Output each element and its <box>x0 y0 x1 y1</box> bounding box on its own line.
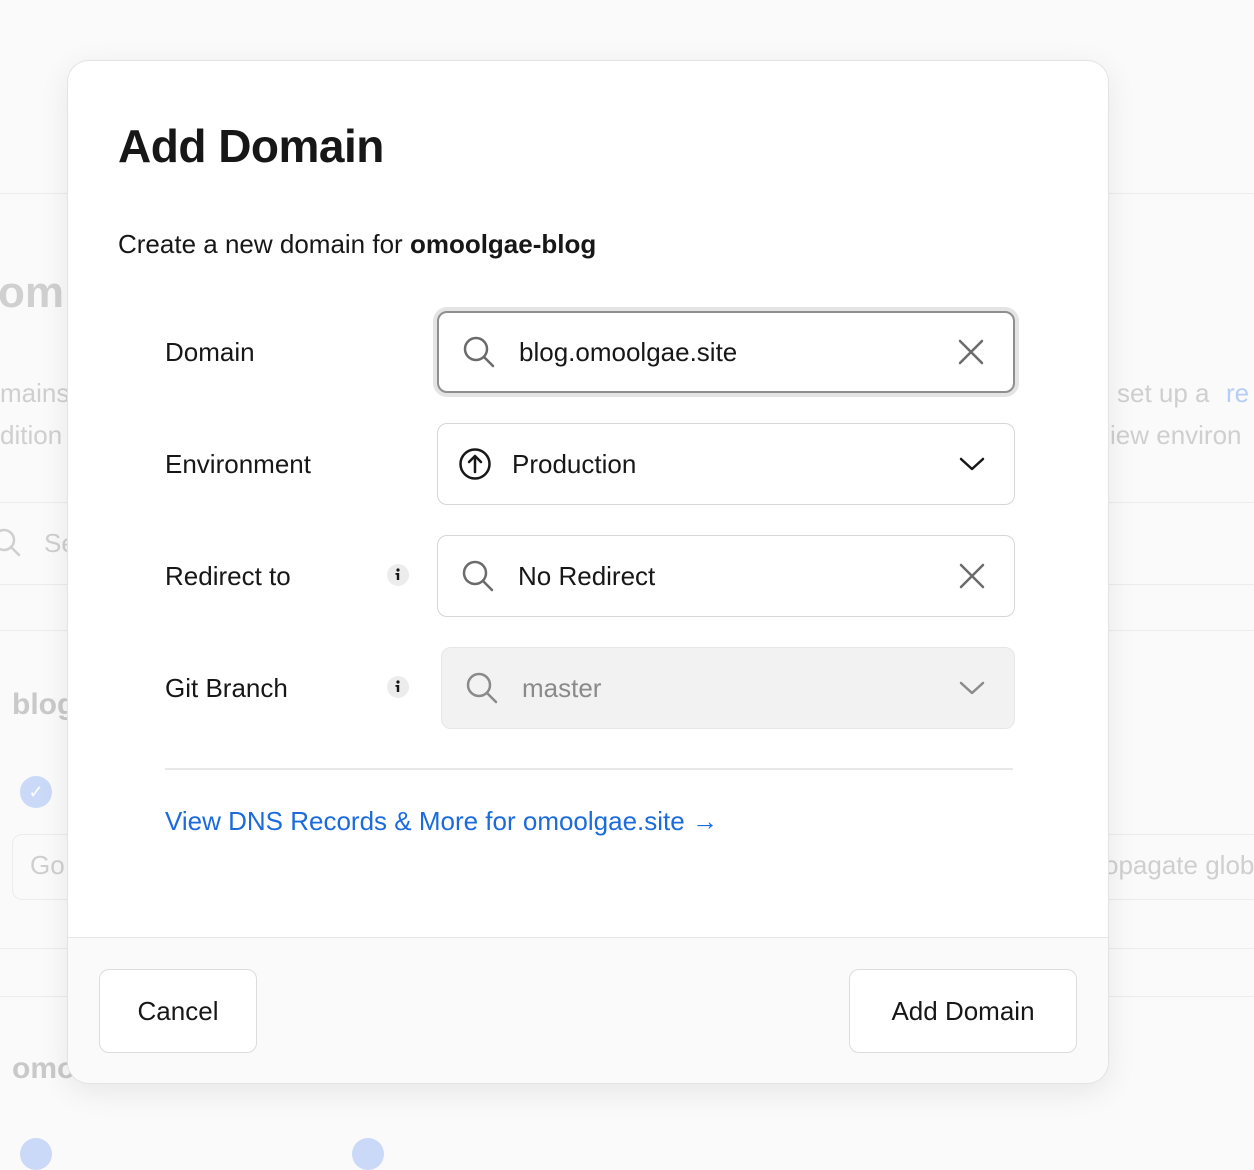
check-icon <box>352 1138 384 1170</box>
git-branch-label: Git Branch <box>165 673 288 704</box>
card-text-fragment: opagate glob <box>1104 850 1254 881</box>
cancel-button[interactable]: Cancel <box>99 969 257 1053</box>
view-dns-records-link[interactable]: View DNS Records & More for omoolgae.sit… <box>165 806 718 837</box>
environment-select[interactable]: Production <box>437 423 1015 505</box>
git-branch-select: master <box>441 647 1015 729</box>
domain-name-fragment: blog <box>12 688 75 722</box>
search-icon <box>438 559 518 593</box>
divider <box>165 768 1013 770</box>
add-domain-button[interactable]: Add Domain <box>849 969 1077 1053</box>
check-icon: ✓ <box>20 776 52 808</box>
description-fragment: dition <box>0 420 62 451</box>
domain-value[interactable]: blog.omoolgae.site <box>519 337 929 368</box>
close-icon[interactable] <box>930 563 1014 589</box>
project-name: omoolgae-blog <box>410 229 596 259</box>
modal-footer: Cancel Add Domain <box>68 937 1108 1083</box>
redirect-input[interactable]: No Redirect <box>437 535 1015 617</box>
domain-input[interactable]: blog.omoolgae.site <box>437 311 1015 393</box>
modal-title: Add Domain <box>118 119 384 173</box>
description-fragment: set up a <box>1117 378 1210 409</box>
search-icon <box>439 335 519 369</box>
domain-label: Domain <box>165 337 255 368</box>
description-fragment: iew environ <box>1110 420 1242 451</box>
arrow-up-circle-icon <box>438 447 512 481</box>
chevron-down-icon[interactable] <box>930 456 1014 472</box>
environment-label: Environment <box>165 449 311 480</box>
redirect-value[interactable]: No Redirect <box>518 561 930 592</box>
add-domain-modal: Add Domain Create a new domain for omool… <box>67 60 1109 1084</box>
card-text-fragment: Go <box>30 850 65 881</box>
modal-subtitle: Create a new domain for omoolgae-blog <box>118 229 596 260</box>
redirect-label: Redirect to <box>165 561 291 592</box>
search-icon <box>442 671 522 705</box>
subtitle-prefix: Create a new domain for <box>118 229 410 259</box>
search-icon <box>0 528 22 563</box>
info-icon[interactable] <box>387 564 409 586</box>
git-branch-value: master <box>522 673 930 704</box>
description-fragment: mains <box>0 378 69 409</box>
info-icon[interactable] <box>387 676 409 698</box>
description-link-fragment[interactable]: re <box>1226 378 1249 409</box>
check-icon <box>20 1138 52 1170</box>
page-heading-fragment: om <box>0 268 64 318</box>
domain-name-fragment: omo <box>12 1052 75 1086</box>
environment-value: Production <box>512 449 930 480</box>
chevron-down-icon <box>930 680 1014 696</box>
close-icon[interactable] <box>929 339 1013 365</box>
